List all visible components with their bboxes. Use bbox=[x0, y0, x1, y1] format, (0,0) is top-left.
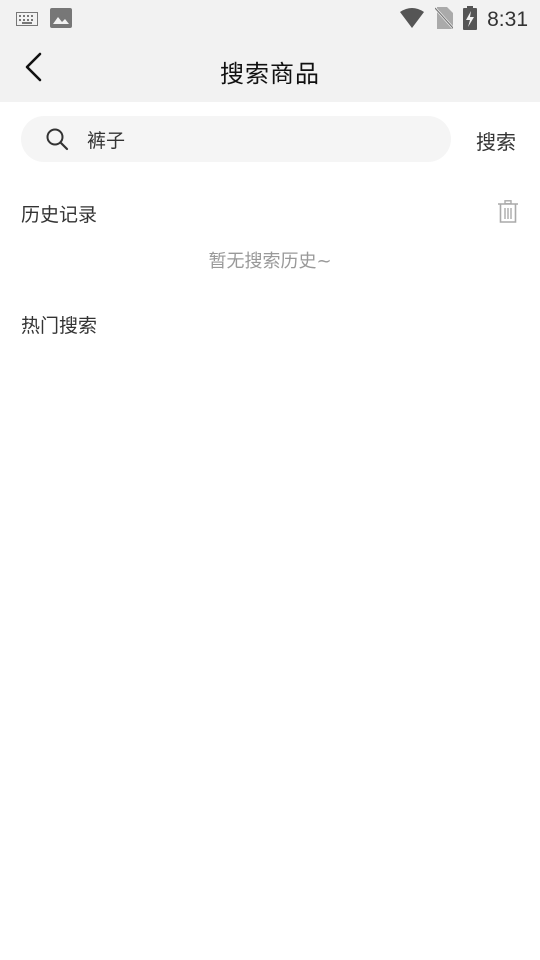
search-input[interactable] bbox=[87, 116, 437, 162]
status-bar: 8:31 bbox=[0, 0, 540, 36]
search-row: 搜索 bbox=[0, 102, 540, 174]
search-button[interactable]: 搜索 bbox=[476, 126, 516, 155]
search-box[interactable] bbox=[21, 116, 451, 162]
trash-icon[interactable] bbox=[497, 200, 519, 224]
image-icon bbox=[50, 8, 72, 32]
battery-charging-icon bbox=[463, 6, 478, 34]
history-title: 历史记录 bbox=[21, 204, 98, 226]
keyboard-icon bbox=[16, 11, 38, 30]
search-icon bbox=[45, 127, 69, 151]
history-empty-hint: 暂无搜索历史~ bbox=[208, 251, 332, 272]
status-time: 8:31 bbox=[487, 8, 528, 31]
app-bar: 搜索商品 bbox=[0, 36, 540, 102]
no-sim-icon bbox=[434, 7, 455, 33]
page-title: 搜索商品 bbox=[220, 60, 320, 88]
wifi-icon bbox=[399, 8, 425, 32]
hot-search-title: 热门搜索 bbox=[21, 315, 98, 337]
